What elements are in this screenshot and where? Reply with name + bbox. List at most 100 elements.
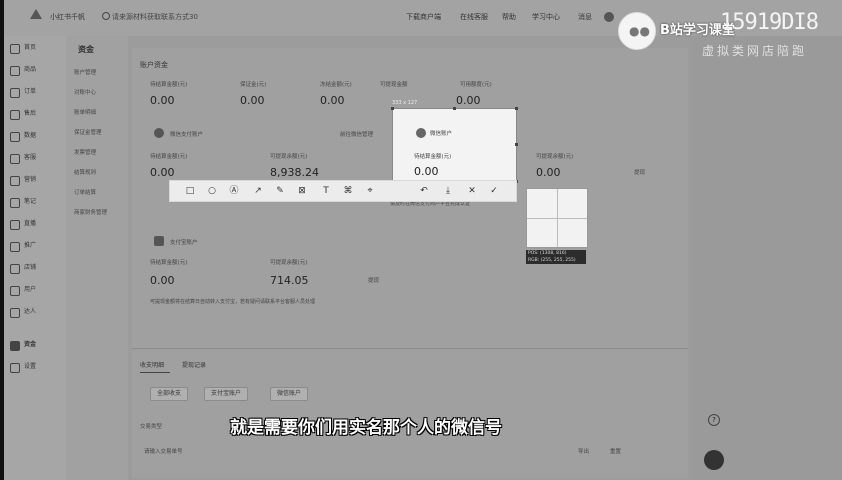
save-icon[interactable]: ⤓ <box>442 185 454 197</box>
wechat-balance-value: 8,938.24 <box>270 166 319 179</box>
subside-item[interactable]: 对账中心 <box>74 88 96 96</box>
popup-value: 0.00 <box>414 165 439 178</box>
resize-handle[interactable] <box>515 107 518 110</box>
order-icon <box>10 88 20 98</box>
alipay-withdraw-button[interactable]: 提现 <box>368 276 379 284</box>
refund-icon <box>10 110 20 120</box>
subside-item[interactable]: 发票管理 <box>74 148 96 156</box>
sidebar-item-label: 首页 <box>24 44 37 51</box>
alipay-icon <box>154 236 164 246</box>
brand-name: 小红书千帆 <box>50 13 85 21</box>
reset-button[interactable]: 重置 <box>610 447 621 455</box>
subside-item[interactable]: 保证金管理 <box>74 128 102 136</box>
wechat-pending-value: 0.00 <box>150 166 175 179</box>
star-icon <box>10 308 20 318</box>
user-icon <box>10 286 20 296</box>
confirm-icon[interactable]: ✓ <box>488 185 500 197</box>
alipay-note: 可提现金额将在结算日自动转入支付宝，若有疑问请联系平台客服人员处理 <box>150 299 316 305</box>
selection-dimension: 333 x 127 <box>392 100 418 106</box>
nav-learning[interactable]: 学习中心 <box>532 12 560 22</box>
watermark-subtitle: 虚拟类网店陪跑 <box>702 44 808 58</box>
popup-title: 微信账户 <box>430 131 453 137</box>
sidebar: 首页 商品 订单 售后 数据 客服 营销 笔记 直播 推广 店铺 用户 达人 资… <box>4 36 66 480</box>
help-icon[interactable]: ? <box>708 414 720 426</box>
nav-download[interactable]: 下载商户端 <box>406 12 441 22</box>
stat-value: 0.00 <box>150 94 175 107</box>
filter-wechat[interactable]: 微信账户 <box>270 387 309 401</box>
stat-label: 冻结金额(元) <box>320 82 352 88</box>
tab-income-detail[interactable]: 收支明细 <box>140 360 164 369</box>
export-button[interactable]: 导出 <box>578 447 589 455</box>
nav-help[interactable]: 帮助 <box>502 12 516 22</box>
arrow-tool-icon[interactable]: ↗ <box>252 185 264 197</box>
undo-icon[interactable]: ↶ <box>418 185 430 197</box>
wechat-icon <box>154 128 164 138</box>
sidebar-item-label: 笔记 <box>24 198 37 205</box>
close-icon[interactable]: ✕ <box>466 185 478 197</box>
screenshot-toolbar: □ ○ Ⓐ ↗ ✎ ⊠ T ⌘ ⌖ ↶ ⤓ ✕ ✓ <box>169 180 517 202</box>
sidebar-item-label: 商品 <box>24 66 37 73</box>
alipay-balance-label: 可提现余额(元) <box>270 260 308 266</box>
wechat-logo-icon: ●● <box>618 12 656 50</box>
subside-item[interactable]: 账户管理 <box>74 68 96 76</box>
rectangle-tool-icon[interactable]: □ <box>184 185 196 197</box>
sidebar-item-label: 推广 <box>24 242 37 249</box>
chat-float-button[interactable] <box>704 450 724 470</box>
wechat-icon <box>416 128 426 138</box>
wechat-manage-link[interactable]: 前往微信管理 <box>340 130 373 138</box>
wallet-icon <box>10 341 20 351</box>
stat-label: 可提现金额 <box>380 82 408 88</box>
sidebar-item-label: 售后 <box>24 110 37 117</box>
info-icon <box>102 12 110 20</box>
wechat-card-title: 微信支付账户 <box>170 132 204 138</box>
subside-title: 资金 <box>78 45 94 54</box>
filter-type-label[interactable]: 交易类型 <box>140 422 162 430</box>
filter-alipay[interactable]: 支付宝账户 <box>204 387 249 401</box>
video-subtitle: 就是需要你们用实名那个人的微信号 <box>230 418 502 438</box>
pin-tool-icon[interactable]: ⌘ <box>342 185 354 197</box>
resize-handle[interactable] <box>515 143 518 146</box>
watermark: ●● B站学习课堂 15919DI8 虚拟类网店陪跑 <box>612 6 842 66</box>
ocr-tool-icon[interactable]: ⌖ <box>364 185 376 197</box>
gear-icon <box>10 363 20 373</box>
store-icon <box>10 264 20 274</box>
sidebar-item-label: 达人 <box>24 308 37 315</box>
resize-handle[interactable] <box>391 107 394 110</box>
subside-item[interactable]: 商家财务管理 <box>74 208 107 216</box>
crosshair-v <box>557 189 558 247</box>
wechat-balance2-label: 可提现余额(元) <box>536 154 574 160</box>
mosaic-tool-icon[interactable]: ⊠ <box>296 185 308 197</box>
sidebar-item-label: 设置 <box>24 363 37 370</box>
sidebar-item-label: 客服 <box>24 154 37 161</box>
subside-item[interactable]: 账单明细 <box>74 108 96 116</box>
stat-value: 0.00 <box>240 94 265 107</box>
nav-messages[interactable]: 消息 <box>578 12 592 22</box>
filter-all[interactable]: 全部收支 <box>150 387 189 401</box>
stat-label: 保证金(元) <box>240 82 267 88</box>
search-input[interactable]: 请输入交易单号 <box>144 447 183 455</box>
text-tool-icon[interactable]: T <box>320 185 332 197</box>
notice-text: 请来源材料获取联系方式30 <box>112 13 198 21</box>
number-tool-icon[interactable]: Ⓐ <box>228 185 240 197</box>
subside-item[interactable]: 订单结算 <box>74 188 96 196</box>
nav-service[interactable]: 在线客服 <box>460 12 488 22</box>
wechat-pending-label: 待结算金额(元) <box>150 154 188 160</box>
magnifier-info: POS: (1308, 816) RGB: (255, 255, 255) <box>526 250 586 264</box>
screenshot-selection[interactable] <box>391 107 518 183</box>
pen-tool-icon[interactable]: ✎ <box>274 185 286 197</box>
alipay-pending-label: 待结算金额(元) <box>150 260 188 266</box>
subside-item[interactable]: 结算规则 <box>74 168 96 176</box>
stat-label: 待结算金额(元) <box>150 82 188 88</box>
resize-handle[interactable] <box>453 107 456 110</box>
tab-withdraw-records[interactable]: 提现记录 <box>182 360 206 369</box>
section-title: 账户资金 <box>140 61 168 69</box>
alipay-balance-value: 714.05 <box>270 274 309 287</box>
stat-value: 0.00 <box>456 94 481 107</box>
alipay-pending-value: 0.00 <box>150 274 175 287</box>
watermark-number: 15919DI8 <box>720 10 819 35</box>
divider <box>132 348 688 349</box>
notice-banner[interactable]: 请来源材料获取联系方式30 <box>102 12 198 22</box>
note-icon <box>10 198 20 208</box>
wechat-withdraw-button[interactable]: 提现 <box>634 168 645 176</box>
ellipse-tool-icon[interactable]: ○ <box>206 185 218 197</box>
